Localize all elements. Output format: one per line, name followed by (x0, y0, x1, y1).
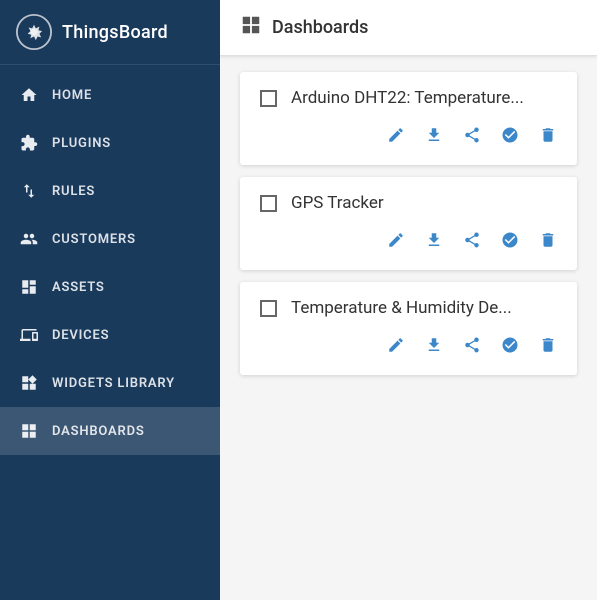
manage-icon-3[interactable] (501, 336, 519, 359)
edit-icon-2[interactable] (387, 231, 405, 254)
dashboards-list: Arduino DHT22: Temperature... (220, 56, 597, 391)
page-title: Dashboards (272, 17, 368, 38)
dashboard-2-checkbox[interactable] (260, 195, 277, 212)
sidebar-item-home[interactable]: HOME (0, 71, 220, 119)
main-header: Dashboards (220, 0, 597, 56)
logo-icon (16, 14, 52, 50)
header-dashboards-icon (240, 14, 262, 41)
logo: ThingsBoard (0, 0, 220, 65)
sidebar-item-home-label: HOME (52, 88, 92, 103)
dashboard-1-title: Arduino DHT22: Temperature... (291, 88, 524, 108)
export-icon-3[interactable] (425, 336, 443, 359)
manage-icon-1[interactable] (501, 126, 519, 149)
sidebar-item-assets[interactable]: ASSETS (0, 263, 220, 311)
delete-icon-1[interactable] (539, 126, 557, 149)
card-title-row-1: Arduino DHT22: Temperature... (260, 88, 557, 108)
sidebar-item-rules[interactable]: RULES (0, 167, 220, 215)
sidebar-item-assets-label: ASSETS (52, 280, 105, 295)
share-icon-2[interactable] (463, 231, 481, 254)
dashboard-3-checkbox[interactable] (260, 300, 277, 317)
rules-icon (18, 180, 40, 202)
assets-icon (18, 276, 40, 298)
share-icon-3[interactable] (463, 336, 481, 359)
customers-icon (18, 228, 40, 250)
manage-icon-2[interactable] (501, 231, 519, 254)
share-icon-1[interactable] (463, 126, 481, 149)
dashboard-1-actions (260, 126, 557, 149)
dashboard-2-title: GPS Tracker (291, 193, 384, 213)
sidebar-item-widgets-label: WIDGETS LIBRARY (52, 376, 175, 391)
dashboard-card-1: Arduino DHT22: Temperature... (240, 72, 577, 165)
dashboard-3-title: Temperature & Humidity De... (291, 298, 512, 318)
plugins-icon (18, 132, 40, 154)
sidebar-item-dashboards-label: DASHBOARDS (52, 424, 145, 439)
sidebar-item-rules-label: RULES (52, 184, 95, 199)
card-title-row-3: Temperature & Humidity De... (260, 298, 557, 318)
sidebar: ThingsBoard HOME PLUGINS RULES (0, 0, 220, 600)
dashboard-card-3: Temperature & Humidity De... (240, 282, 577, 375)
export-icon-2[interactable] (425, 231, 443, 254)
edit-icon-3[interactable] (387, 336, 405, 359)
widgets-icon (18, 372, 40, 394)
dashboard-card-2: GPS Tracker (240, 177, 577, 270)
sidebar-item-plugins[interactable]: PLUGINS (0, 119, 220, 167)
delete-icon-2[interactable] (539, 231, 557, 254)
sidebar-item-plugins-label: PLUGINS (52, 136, 111, 151)
edit-icon-1[interactable] (387, 126, 405, 149)
card-title-row-2: GPS Tracker (260, 193, 557, 213)
sidebar-item-devices-label: DEVICES (52, 328, 109, 343)
main-content: Dashboards Arduino DHT22: Temperature... (220, 0, 597, 600)
sidebar-navigation: HOME PLUGINS RULES CUSTOMERS (0, 65, 220, 455)
devices-icon (18, 324, 40, 346)
sidebar-item-widgets-library[interactable]: WIDGETS LIBRARY (0, 359, 220, 407)
export-icon-1[interactable] (425, 126, 443, 149)
delete-icon-3[interactable] (539, 336, 557, 359)
dashboards-nav-icon (18, 420, 40, 442)
dashboard-3-actions (260, 336, 557, 359)
sidebar-item-customers[interactable]: CUSTOMERS (0, 215, 220, 263)
sidebar-item-dashboards[interactable]: DASHBOARDS (0, 407, 220, 455)
home-icon (18, 84, 40, 106)
dashboard-1-checkbox[interactable] (260, 90, 277, 107)
sidebar-item-devices[interactable]: DEVICES (0, 311, 220, 359)
sidebar-item-customers-label: CUSTOMERS (52, 232, 136, 247)
dashboard-2-actions (260, 231, 557, 254)
logo-text: ThingsBoard (62, 22, 168, 43)
